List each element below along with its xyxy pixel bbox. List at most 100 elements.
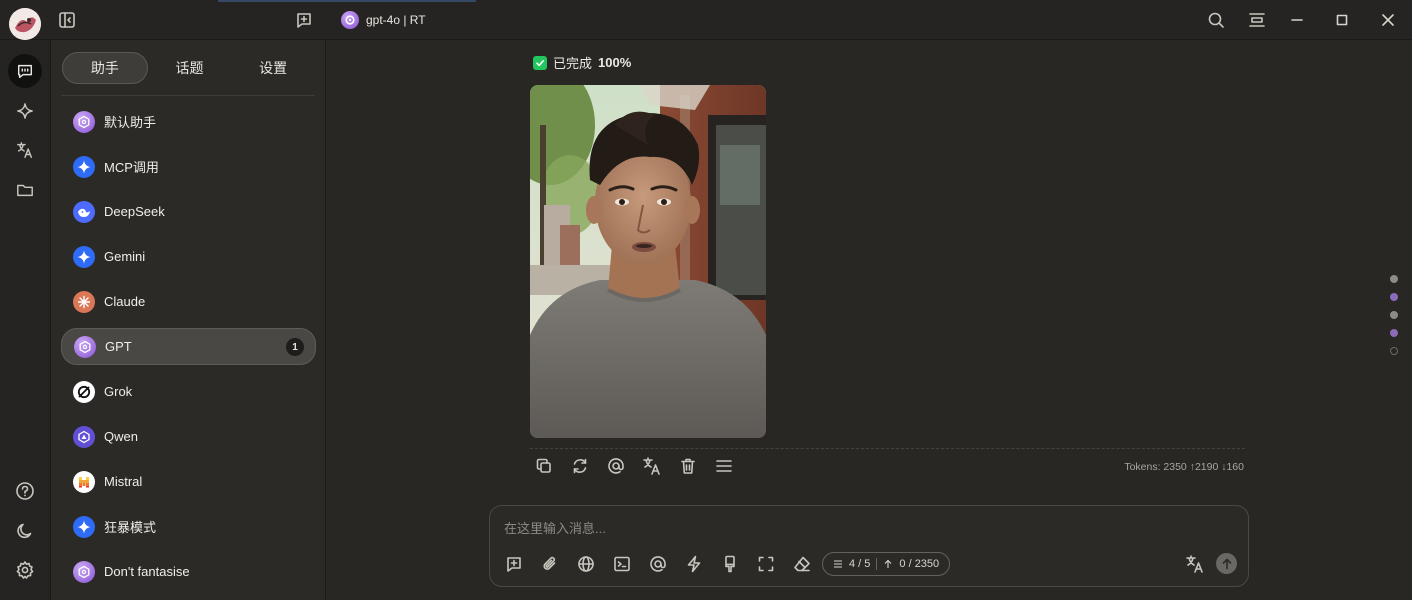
assistant-item[interactable]: Grok	[61, 373, 316, 410]
help-icon[interactable]	[8, 474, 42, 508]
divider	[61, 95, 315, 96]
moon-icon[interactable]	[8, 514, 42, 548]
new-topic-icon[interactable]	[294, 10, 314, 30]
arrow-up-icon	[1222, 558, 1231, 569]
send-button[interactable]	[1216, 553, 1237, 574]
copy-icon[interactable]	[534, 456, 554, 476]
generation-status: 已完成 100%	[533, 53, 631, 72]
menu-icon[interactable]	[714, 456, 734, 476]
assistant-list: 默认助手 MCP调用 DeepSeek Gemini Claude GPT 1 …	[61, 103, 316, 598]
claude-icon	[73, 290, 95, 313]
tab-settings[interactable]: 设置	[231, 52, 315, 84]
assistant-label: DeepSeek	[104, 204, 165, 219]
assistant-label: Claude	[104, 294, 146, 309]
message-input[interactable]	[504, 518, 1204, 538]
generated-image[interactable]	[530, 85, 766, 438]
assistant-sidebar: 助手 话题 设置 默认助手 MCP调用 DeepSeek Gemini Clau…	[51, 40, 326, 600]
separator	[876, 558, 878, 570]
sparkle-icon	[73, 245, 95, 268]
composer-toolbar	[504, 554, 812, 574]
context-counter[interactable]: 4 / 5 0 / 2350	[822, 552, 951, 576]
brush-icon[interactable]	[720, 554, 740, 574]
status-label: 已完成	[553, 56, 593, 71]
assistant-label: Don't fantasise	[104, 564, 190, 579]
tab-assistants[interactable]: 助手	[62, 52, 148, 84]
openai-icon	[74, 335, 96, 358]
translate-icon[interactable]	[8, 133, 42, 167]
nav-dot[interactable]	[1390, 329, 1398, 337]
chevron-down-icon[interactable]	[1390, 347, 1398, 355]
message-navigator	[1390, 275, 1398, 365]
context-count: 4 / 5	[849, 558, 871, 570]
assistant-item[interactable]: Qwen	[61, 418, 316, 455]
maximize-icon[interactable]	[1332, 10, 1352, 30]
sidebar-toggle-icon[interactable]	[57, 10, 77, 30]
folder-icon[interactable]	[8, 173, 42, 207]
settings-gear-icon[interactable]	[8, 553, 42, 587]
openai-icon	[341, 11, 359, 29]
minimize-icon[interactable]	[1287, 10, 1307, 30]
app-logo[interactable]	[9, 8, 41, 40]
eraser-icon[interactable]	[792, 554, 812, 574]
mention-icon[interactable]	[648, 554, 668, 574]
mistral-icon	[73, 470, 95, 493]
message-composer: 4 / 5 0 / 2350	[489, 505, 1249, 587]
loading-bar	[218, 0, 476, 2]
translate-icon[interactable]	[642, 456, 662, 476]
assistant-label: GPT	[105, 339, 132, 354]
search-icon[interactable]	[1206, 10, 1226, 30]
assistant-label: MCP调用	[104, 160, 159, 175]
translate-icon[interactable]	[1185, 554, 1205, 574]
assistant-item[interactable]: MCP调用	[61, 148, 316, 185]
openai-icon	[73, 110, 95, 133]
assistant-label: Mistral	[104, 474, 143, 489]
fullscreen-icon[interactable]	[756, 554, 776, 574]
topic-count-badge: 1	[286, 338, 304, 356]
check-icon	[533, 55, 547, 70]
assistant-item-active[interactable]: GPT 1	[61, 328, 316, 365]
trash-icon[interactable]	[678, 456, 698, 476]
message-toolbar	[534, 456, 734, 476]
list-icon	[834, 560, 842, 568]
mention-icon[interactable]	[606, 456, 626, 476]
chat-icon[interactable]	[8, 54, 42, 88]
web-search-globe-icon[interactable]	[576, 554, 596, 574]
tab-topics[interactable]: 话题	[148, 52, 232, 84]
close-icon[interactable]	[1378, 10, 1398, 30]
sparkle-icon	[73, 515, 95, 538]
chat-area: 已完成 100% Tokens: 2350 ↑2190 ↓160 在这里输入消息…	[326, 40, 1412, 600]
nav-dot[interactable]	[1390, 275, 1398, 283]
token-usage: Tokens: 2350 ↑2190 ↓160	[1124, 461, 1244, 473]
layout-icon[interactable]	[1247, 10, 1267, 30]
assistant-item[interactable]: DeepSeek	[61, 193, 316, 230]
agents-sparkle-icon[interactable]	[8, 94, 42, 128]
grok-icon	[73, 380, 95, 403]
assistant-item[interactable]: Mistral	[61, 463, 316, 500]
lightning-icon[interactable]	[684, 554, 704, 574]
assistant-item[interactable]: Claude	[61, 283, 316, 320]
assistant-label: Grok	[104, 384, 133, 399]
sparkle-icon	[73, 155, 95, 178]
status-percent: 100%	[598, 55, 632, 70]
terminal-icon[interactable]	[612, 554, 632, 574]
deepseek-icon	[73, 200, 95, 223]
nav-dot[interactable]	[1390, 311, 1398, 319]
message-divider	[530, 448, 1245, 449]
assistant-item[interactable]: Don't fantasise	[61, 553, 316, 590]
assistant-label: 狂暴模式	[104, 520, 157, 535]
assistant-label: Gemini	[104, 249, 146, 264]
nav-rail	[0, 40, 51, 600]
assistant-item[interactable]: Gemini	[61, 238, 316, 275]
assistant-label: Qwen	[104, 429, 138, 444]
new-topic-icon[interactable]	[504, 554, 524, 574]
openai-icon	[73, 560, 95, 583]
token-count: 0 / 2350	[899, 558, 940, 570]
nav-dot[interactable]	[1390, 293, 1398, 301]
attachment-icon[interactable]	[540, 554, 560, 574]
regenerate-icon[interactable]	[570, 456, 590, 476]
sidebar-tabs: 助手 话题 设置	[62, 52, 315, 84]
title-bar: gpt-4o | RT	[0, 0, 1412, 40]
assistant-item[interactable]: 默认助手	[61, 103, 316, 140]
model-selector[interactable]: gpt-4o | RT	[341, 10, 426, 30]
assistant-item[interactable]: 狂暴模式	[61, 508, 316, 545]
